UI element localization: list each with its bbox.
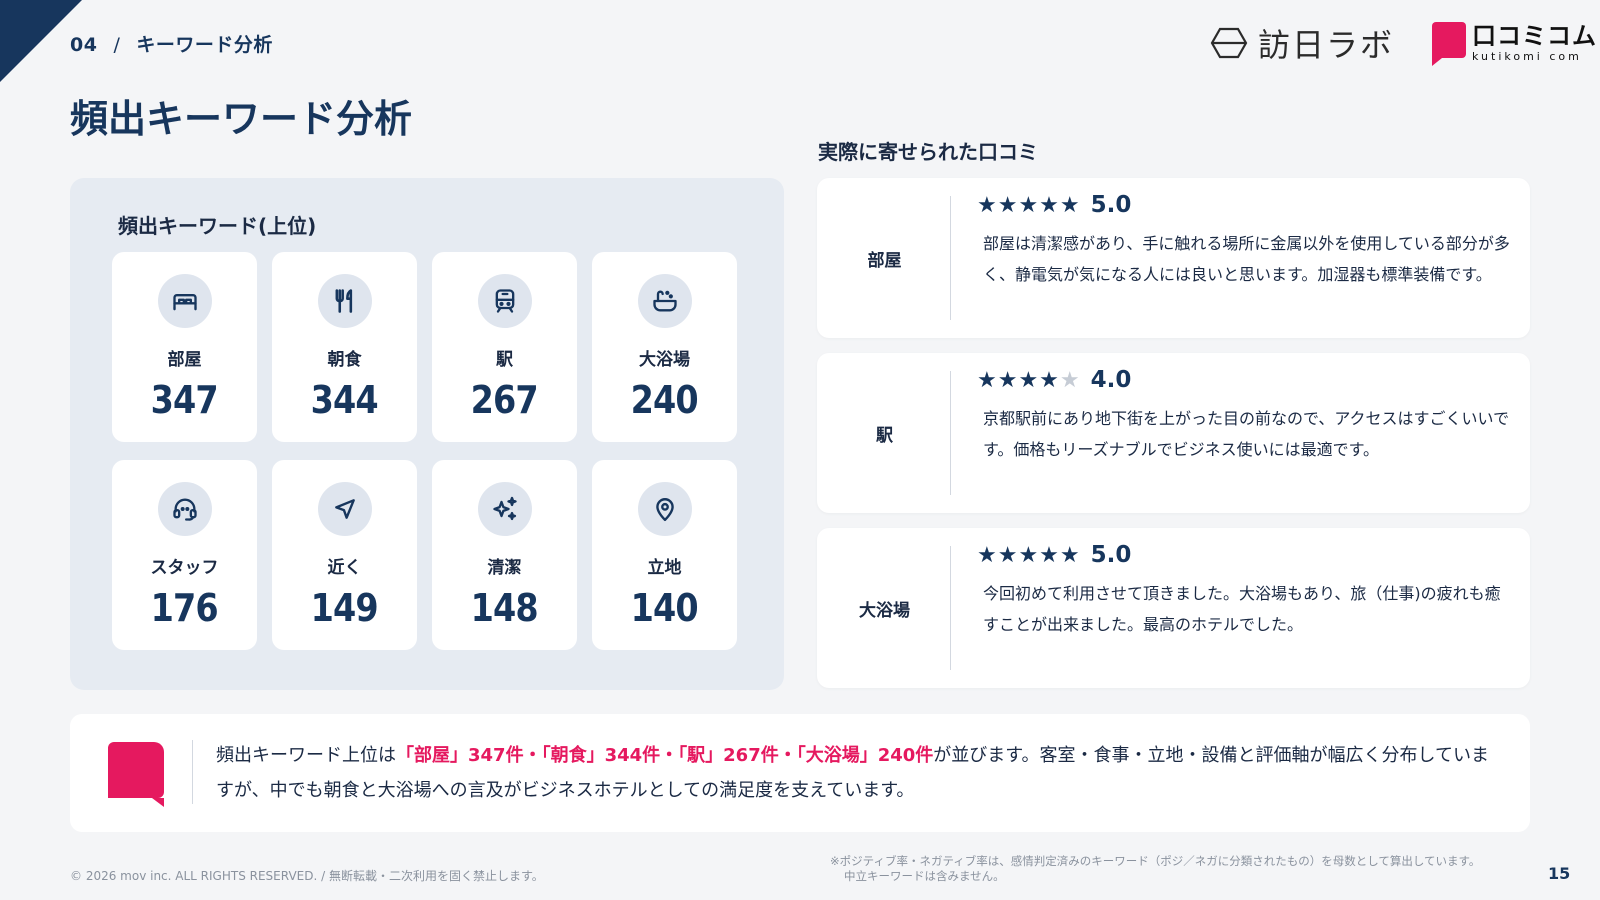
bath-icon xyxy=(637,274,692,328)
review-divider xyxy=(950,196,951,320)
breadcrumb-separator: / xyxy=(113,34,121,56)
keywords-panel-title: 頻出キーワード(上位) xyxy=(118,214,317,238)
brand2-en: kutikomi com xyxy=(1472,50,1582,63)
summary-prefix: 頻出キーワード上位は xyxy=(216,745,396,766)
review-keyword: 部屋 xyxy=(867,250,902,271)
brand1-name: 訪日ラボ xyxy=(1258,26,1395,64)
review-divider xyxy=(950,546,951,670)
review-card: 駅 ★★★★★ 4.0 京都駅前にあり地下街を上がった目の前なので、アクセスはす… xyxy=(817,353,1530,513)
review-keyword: 駅 xyxy=(876,425,893,446)
keyword-card: 駅 267 xyxy=(432,252,577,442)
summary-box: 頻出キーワード上位は「部屋」347件・「朝食」344件・「駅」267件・「大浴場… xyxy=(70,714,1530,832)
hexagon-logo-icon xyxy=(1210,27,1248,59)
keyword-card: 部屋 347 xyxy=(112,252,257,442)
keyword-label: 朝食 xyxy=(327,350,362,370)
page-title: 頻出キーワード分析 xyxy=(70,97,413,141)
review-score: 5.0 xyxy=(1090,192,1132,218)
review-text: 今回初めて利用させて頂きました。大浴場もあり、旅（仕事)の疲れも癒すことが出来ま… xyxy=(983,584,1501,634)
summary-text: 頻出キーワード上位は「部屋」347件・「朝食」344件・「駅」267件・「大浴場… xyxy=(216,738,1506,808)
keyword-count: 347 xyxy=(150,378,219,422)
copyright: © 2026 mov inc. ALL RIGHTS RESERVED. / 無… xyxy=(70,869,544,883)
section-number: 04 xyxy=(70,34,98,56)
speech-bubble-icon xyxy=(108,742,164,807)
keyword-count: 176 xyxy=(150,586,219,630)
star-rating-icon: ★★★★★ xyxy=(977,192,1081,218)
keyword-card: 清潔 148 xyxy=(432,460,577,650)
keyword-card: 近く 149 xyxy=(272,460,417,650)
keyword-card: 大浴場 240 xyxy=(592,252,737,442)
sparkles-icon xyxy=(477,482,532,536)
review-score: 5.0 xyxy=(1090,542,1132,568)
review-keyword: 大浴場 xyxy=(859,600,910,621)
keyword-label: 近く xyxy=(327,558,362,578)
keyword-count: 344 xyxy=(310,378,379,422)
keyword-count: 149 xyxy=(310,586,379,630)
bed-icon xyxy=(157,274,212,328)
keyword-card: スタッフ 176 xyxy=(112,460,257,650)
keyword-label: 大浴場 xyxy=(639,350,690,370)
review-divider xyxy=(950,371,951,495)
keyword-label: 立地 xyxy=(647,558,682,578)
summary-highlight: 「部屋」347件・「朝食」344件・「駅」267件・「大浴場」240件 xyxy=(396,745,934,766)
footnote-line2: 中立キーワードは含みません。 xyxy=(844,869,1005,883)
keywords-grid: 部屋 347 朝食 344 駅 267 大浴場 240 スタッフ 176 近く … xyxy=(112,252,737,650)
brand2-jp: 口コミコム xyxy=(1472,22,1597,50)
keyword-label: 清潔 xyxy=(487,558,522,578)
keyword-card: 朝食 344 xyxy=(272,252,417,442)
map-pin-icon xyxy=(637,482,692,536)
keywords-panel: 頻出キーワード(上位) 部屋 347 朝食 344 駅 267 大浴場 240 … xyxy=(70,178,784,690)
review-card: 部屋 ★★★★★ 5.0 部屋は清潔感があり、手に触れる場所に金属以外を使用して… xyxy=(817,178,1530,338)
review-text: 京都駅前にあり地下街を上がった目の前なので、アクセスはすごくいいです。価格もリー… xyxy=(983,409,1510,459)
page-number: 15 xyxy=(1548,864,1571,883)
review-rating: ★★★★★ 4.0 xyxy=(977,367,1131,393)
review-rating: ★★★★★ 5.0 xyxy=(977,542,1131,568)
hounichi-lab-logo: 訪日ラボ xyxy=(1210,20,1394,66)
star-rating-icon: ★★★★★ xyxy=(977,367,1081,393)
kutikomi-com-logo: 口コミコム kutikomi com xyxy=(1432,22,1597,66)
keyword-count: 240 xyxy=(630,378,699,422)
star-rating-icon: ★★★★★ xyxy=(977,542,1081,568)
speech-bubble-icon xyxy=(1432,22,1466,66)
footnote: ※ポジティブ率・ネガティブ率は、感情判定済みのキーワード（ポジ／ネガに分類された… xyxy=(830,854,1510,884)
train-icon xyxy=(477,274,532,328)
keyword-card: 立地 140 xyxy=(592,460,737,650)
review-rating: ★★★★★ 5.0 xyxy=(977,192,1131,218)
keyword-label: 部屋 xyxy=(167,350,202,370)
section-name: キーワード分析 xyxy=(136,34,273,56)
navigation-icon xyxy=(317,482,372,536)
keyword-count: 140 xyxy=(630,586,699,630)
keyword-count: 267 xyxy=(470,378,539,422)
keyword-count: 148 xyxy=(470,586,539,630)
keyword-label: スタッフ xyxy=(150,558,219,578)
review-card: 大浴場 ★★★★★ 5.0 今回初めて利用させて頂きました。大浴場もあり、旅（仕… xyxy=(817,528,1530,688)
fork-knife-icon xyxy=(317,274,372,328)
headset-icon xyxy=(157,482,212,536)
review-score: 4.0 xyxy=(1090,367,1132,393)
reviews-title: 実際に寄せられた口コミ xyxy=(818,140,1038,164)
keyword-label: 駅 xyxy=(496,350,513,370)
footnote-line1: ※ポジティブ率・ネガティブ率は、感情判定済みのキーワード（ポジ／ネガに分類された… xyxy=(830,854,1481,868)
summary-divider xyxy=(192,740,193,804)
review-text: 部屋は清潔感があり、手に触れる場所に金属以外を使用している部分が多く、静電気が気… xyxy=(983,234,1510,284)
breadcrumb: 04 / キーワード分析 xyxy=(70,30,273,57)
